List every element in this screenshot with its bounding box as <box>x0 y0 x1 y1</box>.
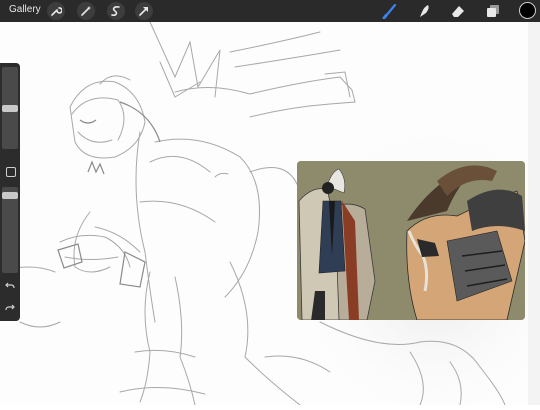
transform-arrow-icon[interactable] <box>135 2 153 20</box>
layers-icon[interactable] <box>483 2 503 20</box>
opacity-slider[interactable] <box>2 187 18 273</box>
eraser-icon[interactable] <box>448 2 468 20</box>
undo-icon[interactable] <box>0 281 20 293</box>
brush-size-slider-thumb[interactable] <box>2 105 18 112</box>
reference-image-window[interactable] <box>297 161 525 320</box>
gallery-button[interactable]: Gallery <box>9 4 41 15</box>
selection-icon[interactable] <box>107 2 125 20</box>
color-picker-swatch[interactable] <box>519 2 536 19</box>
magic-wand-icon[interactable] <box>77 2 95 20</box>
canvas-edge <box>528 22 540 405</box>
brush-icon[interactable] <box>380 2 400 20</box>
smudge-icon[interactable] <box>414 2 434 20</box>
redo-icon[interactable] <box>0 303 20 315</box>
brush-sidebar <box>0 63 20 321</box>
top-toolbar: Gallery <box>0 0 540 22</box>
reference-artwork <box>297 161 525 320</box>
wrench-icon[interactable] <box>47 2 65 20</box>
opacity-slider-thumb[interactable] <box>2 192 18 199</box>
modify-button[interactable] <box>6 167 16 177</box>
